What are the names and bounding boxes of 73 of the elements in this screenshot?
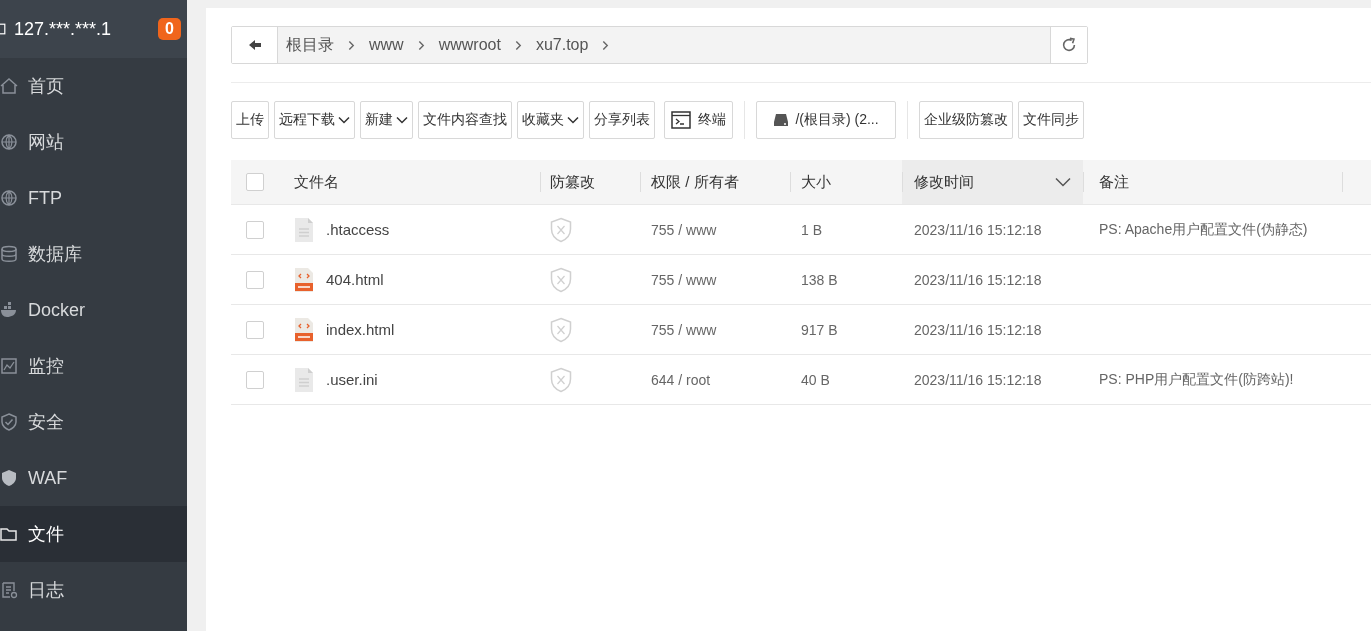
toolbar-button[interactable]: 终端: [664, 101, 733, 139]
sidebar-item[interactable]: 首页: [0, 58, 187, 114]
file-name-link[interactable]: 404.html: [326, 271, 384, 288]
sidebar-item[interactable]: 网站: [0, 114, 187, 170]
hard-drive-icon: [773, 113, 790, 127]
shield-check-icon: [0, 412, 19, 432]
toolbar-button[interactable]: 企业级防篡改: [919, 101, 1013, 139]
caret-icon: [567, 116, 579, 124]
size-text: 917 B: [801, 321, 838, 338]
shield-x-icon: [550, 216, 572, 243]
caret-icon: [396, 116, 408, 124]
modified-time: 2023/11/16 15:12:18: [914, 321, 1042, 338]
whale-icon: [0, 300, 19, 320]
document-icon: [294, 216, 314, 243]
toolbar-button[interactable]: /(根目录) (2...: [756, 101, 896, 139]
size-text: 40 B: [801, 371, 830, 388]
log-icon: [0, 580, 19, 600]
terminal-icon: [671, 111, 691, 129]
html-file-icon: [294, 266, 314, 293]
column-header[interactable]: 大小: [790, 160, 902, 204]
sidebar-item[interactable]: Docker: [0, 282, 187, 338]
sidebar-item[interactable]: 文件: [0, 506, 187, 562]
column-header[interactable]: 防篡改: [540, 160, 640, 204]
note-text: PS: PHP用户配置文件(防跨站)!: [1099, 370, 1294, 389]
sort-chevron-icon: [1055, 177, 1071, 187]
toolbar-button[interactable]: 收藏夹: [517, 101, 584, 139]
sidebar-item[interactable]: 日志: [0, 562, 187, 618]
toolbar-button[interactable]: 文件内容查找: [418, 101, 512, 139]
chart-icon: [0, 356, 19, 376]
sidebar-item[interactable]: 监控: [0, 338, 187, 394]
column-header[interactable]: 修改时间: [902, 160, 1083, 204]
column-header[interactable]: 文件名: [281, 160, 540, 204]
html-file-icon: [294, 316, 314, 343]
column-header[interactable]: 权限 / 所有者: [640, 160, 790, 204]
column-header[interactable]: 备注: [1083, 160, 1342, 204]
permission-text[interactable]: 755 / www: [651, 271, 717, 288]
size-text: 1 B: [801, 221, 822, 238]
toolbar-button[interactable]: 分享列表: [589, 101, 655, 139]
sidebar-item[interactable]: WAF: [0, 450, 187, 506]
modified-time: 2023/11/16 15:12:18: [914, 221, 1042, 238]
modified-time: 2023/11/16 15:12:18: [914, 271, 1042, 288]
toolbar-button[interactable]: 文件同步: [1018, 101, 1084, 139]
server-address: 127.***.***.1: [14, 18, 113, 40]
file-name-link[interactable]: .htaccess: [326, 221, 390, 238]
shield-icon: [0, 468, 19, 488]
database-icon: [0, 244, 19, 264]
sidebar-item[interactable]: FTP: [0, 170, 187, 226]
toolbar-button[interactable]: 远程下载: [274, 101, 355, 139]
sidebar-item[interactable]: 数据库: [0, 226, 187, 282]
caret-icon: [338, 116, 350, 124]
modified-time: 2023/11/16 15:12:18: [914, 371, 1042, 388]
size-text: 138 B: [801, 271, 838, 288]
file-name-link[interactable]: index.html: [326, 321, 395, 338]
row-checkbox[interactable]: [246, 370, 264, 389]
document-icon: [294, 366, 314, 393]
permission-text[interactable]: 644 / root: [651, 371, 711, 388]
permission-text[interactable]: 755 / www: [651, 321, 717, 338]
globe-icon: [0, 132, 19, 152]
shield-x-icon: [550, 366, 572, 393]
select-all-checkbox[interactable]: [246, 173, 264, 191]
file-name-link[interactable]: .user.ini: [326, 371, 378, 388]
sidebar-item[interactable]: 安全: [0, 394, 187, 450]
shield-x-icon: [550, 266, 572, 293]
note-text: PS: Apache用户配置文件(伪静态): [1099, 220, 1308, 239]
home-icon: [0, 76, 19, 96]
shield-x-icon: [550, 316, 572, 343]
row-checkbox[interactable]: [246, 270, 264, 289]
toolbar-button[interactable]: 新建: [360, 101, 413, 139]
permission-text[interactable]: 755 / www: [651, 221, 717, 238]
globe-icon: [0, 188, 19, 208]
toolbar-button[interactable]: 上传: [231, 101, 269, 139]
row-checkbox[interactable]: [246, 220, 264, 239]
row-checkbox[interactable]: [246, 320, 264, 339]
